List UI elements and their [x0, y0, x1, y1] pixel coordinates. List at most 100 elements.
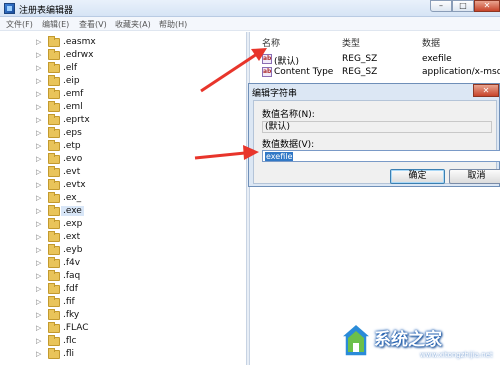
value-data-input[interactable]: exefile — [262, 150, 500, 162]
tree-item[interactable]: ▷ .exp — [36, 218, 236, 231]
annotation-arrow-value-data — [194, 145, 259, 160]
tree-item[interactable]: ▷ .exe — [36, 205, 236, 218]
tree-item-label: .easmx — [63, 37, 96, 47]
folder-icon — [48, 322, 60, 333]
value-name-label: 数值名称(N): — [262, 110, 315, 120]
tree-item[interactable]: ▷ .faq — [36, 270, 236, 283]
expand-arrow-icon[interactable]: ▷ — [36, 220, 42, 229]
menu-file[interactable]: 文件(F) — [6, 19, 33, 30]
folder-icon — [48, 88, 60, 99]
watermark-logo: 系统之家 www.xitongzhijia.net — [340, 318, 500, 365]
expand-arrow-icon[interactable]: ▷ — [36, 298, 42, 307]
folder-icon — [48, 192, 60, 203]
expand-arrow-icon[interactable]: ▷ — [36, 51, 42, 60]
expand-arrow-icon[interactable]: ▷ — [36, 233, 42, 242]
expand-arrow-icon[interactable]: ▷ — [36, 350, 42, 359]
tree-item[interactable]: ▷ .eml — [36, 101, 236, 114]
expand-arrow-icon[interactable]: ▷ — [36, 311, 42, 320]
maximize-button[interactable]: □ — [452, 0, 474, 12]
dialog-body: 数值名称(N): (默认) 数值数据(V): exefile 确定 取消 — [253, 100, 500, 184]
tree-item-label: .edrwx — [63, 50, 94, 60]
tree-item[interactable]: ▷ .evtx — [36, 179, 236, 192]
tree-item[interactable]: ▷ .eprtx — [36, 114, 236, 127]
folder-icon — [48, 348, 60, 359]
list-row-content-type[interactable]: ab Content Type REG_SZ application/x-msd… — [250, 66, 500, 79]
tree-item[interactable]: ▷ .evt — [36, 166, 236, 179]
expand-arrow-icon[interactable]: ▷ — [36, 103, 42, 112]
tree-item-label: .fdf — [63, 284, 78, 294]
tree-item-label: .evt — [63, 167, 81, 177]
tree-item-label: .eip — [63, 76, 80, 86]
expand-arrow-icon[interactable]: ▷ — [36, 77, 42, 86]
expand-arrow-icon[interactable]: ▷ — [36, 246, 42, 255]
expand-arrow-icon[interactable]: ▷ — [36, 142, 42, 151]
tree-item[interactable]: ▷ .eps — [36, 127, 236, 140]
column-header-data[interactable]: 数据 — [422, 36, 440, 49]
expand-arrow-icon[interactable]: ▷ — [36, 116, 42, 125]
tree-item-label: .ex_ — [63, 193, 82, 203]
close-button[interactable]: ✕ — [474, 0, 500, 12]
expand-arrow-icon[interactable]: ▷ — [36, 194, 42, 203]
tree-item-label: .fif — [63, 297, 75, 307]
menu-favorites[interactable]: 收藏夹(A) — [115, 19, 151, 30]
tree-item-label: .ext — [63, 232, 81, 242]
tree-item[interactable]: ▷ .fky — [36, 309, 236, 322]
expand-arrow-icon[interactable]: ▷ — [36, 337, 42, 346]
folder-icon — [48, 36, 60, 47]
folder-icon — [48, 335, 60, 346]
edit-string-dialog: 编辑字符串 ✕ 数值名称(N): (默认) 数值数据(V): exefile 确… — [248, 83, 500, 187]
tree-item-label: .emf — [63, 89, 84, 99]
expand-arrow-icon[interactable]: ▷ — [36, 207, 42, 216]
tree-item[interactable]: ▷ .fli — [36, 348, 236, 361]
window-title: 注册表编辑器 — [19, 6, 74, 16]
tree-item[interactable]: ▷ .f4v — [36, 257, 236, 270]
expand-arrow-icon[interactable]: ▷ — [36, 64, 42, 73]
expand-arrow-icon[interactable]: ▷ — [36, 168, 42, 177]
expand-arrow-icon[interactable]: ▷ — [36, 259, 42, 268]
tree-item[interactable]: ▷ .ex_ — [36, 192, 236, 205]
value-data: application/x-msdow — [422, 67, 500, 77]
value-name: Content Type — [274, 67, 334, 77]
tree-item[interactable]: ▷ .eyb — [36, 244, 236, 257]
tree-item[interactable]: ▷ .fdf — [36, 283, 236, 296]
tree-item-label: .eyb — [63, 245, 83, 255]
column-header-type[interactable]: 类型 — [342, 36, 360, 49]
tree-item[interactable]: ▷ .FLAC — [36, 322, 236, 335]
expand-arrow-icon[interactable]: ▷ — [36, 324, 42, 333]
menu-view[interactable]: 查看(V) — [79, 19, 107, 30]
folder-icon — [48, 309, 60, 320]
expand-arrow-icon[interactable]: ▷ — [36, 38, 42, 47]
tree-item-label: .exe — [61, 206, 84, 216]
title-bar: 注册表编辑器 – □ ✕ — [0, 0, 500, 17]
folder-icon — [48, 62, 60, 73]
folder-icon — [48, 283, 60, 294]
expand-arrow-icon[interactable]: ▷ — [36, 181, 42, 190]
menu-edit[interactable]: 编辑(E) — [42, 19, 69, 30]
expand-arrow-icon[interactable]: ▷ — [36, 272, 42, 281]
menu-help[interactable]: 帮助(H) — [159, 19, 187, 30]
value-name-field: (默认) — [262, 121, 492, 133]
tree-item[interactable]: ▷ .flc — [36, 335, 236, 348]
cancel-button[interactable]: 取消 — [449, 169, 500, 184]
tree-item-label: .eps — [63, 128, 82, 138]
tree-item[interactable]: ▷ .fif — [36, 296, 236, 309]
registry-values-list[interactable]: 名称 类型 数据 ab (默认) REG_SZ exefile ab Conte… — [250, 32, 500, 365]
dialog-close-button[interactable]: ✕ — [473, 84, 499, 97]
tree-item[interactable]: ▷ .ext — [36, 231, 236, 244]
folder-icon — [48, 114, 60, 125]
watermark-url: www.xitongzhijia.net — [420, 351, 493, 359]
expand-arrow-icon[interactable]: ▷ — [36, 90, 42, 99]
expand-arrow-icon[interactable]: ▷ — [36, 285, 42, 294]
folder-icon — [48, 166, 60, 177]
ok-button[interactable]: 确定 — [390, 169, 445, 184]
minimize-button[interactable]: – — [430, 0, 452, 12]
regedit-app-icon — [4, 3, 15, 14]
annotation-arrow-default-value — [200, 48, 267, 93]
folder-icon — [48, 231, 60, 242]
folder-icon — [48, 244, 60, 255]
folder-icon — [48, 127, 60, 138]
list-row-default[interactable]: ab (默认) REG_SZ exefile — [250, 53, 500, 67]
expand-arrow-icon[interactable]: ▷ — [36, 155, 42, 164]
expand-arrow-icon[interactable]: ▷ — [36, 129, 42, 138]
folder-icon — [48, 270, 60, 281]
